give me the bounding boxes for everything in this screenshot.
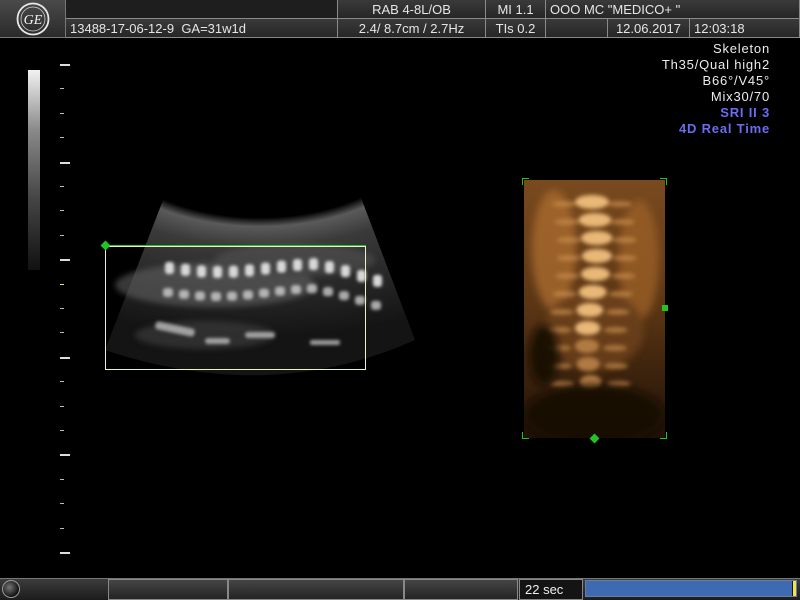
grayscale-bar [28, 70, 40, 270]
cine-progress-fill [586, 581, 792, 596]
mi-value: MI 1.1 [486, 0, 546, 19]
depth-tick [60, 210, 64, 212]
depth-tick [60, 283, 64, 285]
depth-tick [60, 161, 70, 164]
info-line: SRI II 3 [720, 105, 770, 120]
cine-progress-marker [793, 581, 796, 596]
depth-tick [60, 137, 64, 139]
depth-tick [60, 552, 70, 554]
patient-id: 13488-17-06-12-9 [70, 21, 175, 36]
depth-tick [60, 381, 64, 383]
render-corner [522, 432, 529, 439]
depth-tick [60, 234, 64, 236]
scan-params: 2.4/ 8.7cm / 2.7Hz [338, 19, 486, 38]
probe-label: RAB 4-8L/OB [338, 0, 486, 19]
clinic-name: OOO MC "MEDICO+ " [546, 0, 800, 19]
softkey-1[interactable] [108, 579, 228, 600]
softkey-2[interactable] [228, 579, 404, 600]
depth-tick [60, 64, 70, 66]
svg-text:GE: GE [23, 13, 42, 28]
depth-tick [60, 186, 64, 187]
gestational-age: GA=31w1d [181, 21, 246, 36]
patient-info: 13488-17-06-12-9 GA=31w1d [66, 19, 338, 38]
depth-tick [60, 112, 64, 114]
cine-progress[interactable] [585, 580, 797, 597]
tis-value: TIs 0.2 [486, 19, 546, 38]
softkey-3[interactable] [404, 579, 518, 600]
render-corner [660, 432, 667, 439]
depth-tick [60, 356, 70, 359]
depth-tick [60, 478, 64, 480]
depth-tick [60, 430, 64, 431]
depth-tick [60, 405, 64, 407]
render-handle-icon[interactable] [662, 305, 668, 311]
info-line: Th35/Qual high2 [661, 57, 770, 72]
render-corner [522, 178, 529, 185]
depth-tick [60, 503, 64, 505]
roi-curve-line [105, 245, 366, 246]
depth-tick [60, 88, 64, 90]
info-line: Skeleton [713, 41, 770, 56]
header-blank [66, 0, 338, 19]
render-corner [660, 178, 667, 185]
depth-tick [60, 308, 64, 309]
render-3d-image[interactable] [524, 180, 665, 438]
exam-time: 12:03:18 [690, 19, 800, 38]
info-line: 4D Real Time [678, 121, 770, 136]
roi-box[interactable] [105, 246, 366, 370]
settings-info: Skeleton Th35/Qual high2 B66°/V45° Mix30… [662, 41, 770, 137]
depth-tick [60, 454, 70, 457]
trackball-icon[interactable] [2, 580, 20, 598]
depth-tick [60, 332, 64, 334]
ge-logo-icon: GE [0, 0, 66, 38]
info-line: Mix30/70 [710, 89, 770, 104]
header-blank-2 [546, 19, 608, 38]
cine-timer: 22 sec [519, 579, 583, 600]
depth-tick [60, 527, 64, 529]
info-line: B66°/V45° [702, 73, 770, 88]
depth-tick [60, 259, 70, 262]
exam-date: 12.06.2017 [608, 19, 690, 38]
